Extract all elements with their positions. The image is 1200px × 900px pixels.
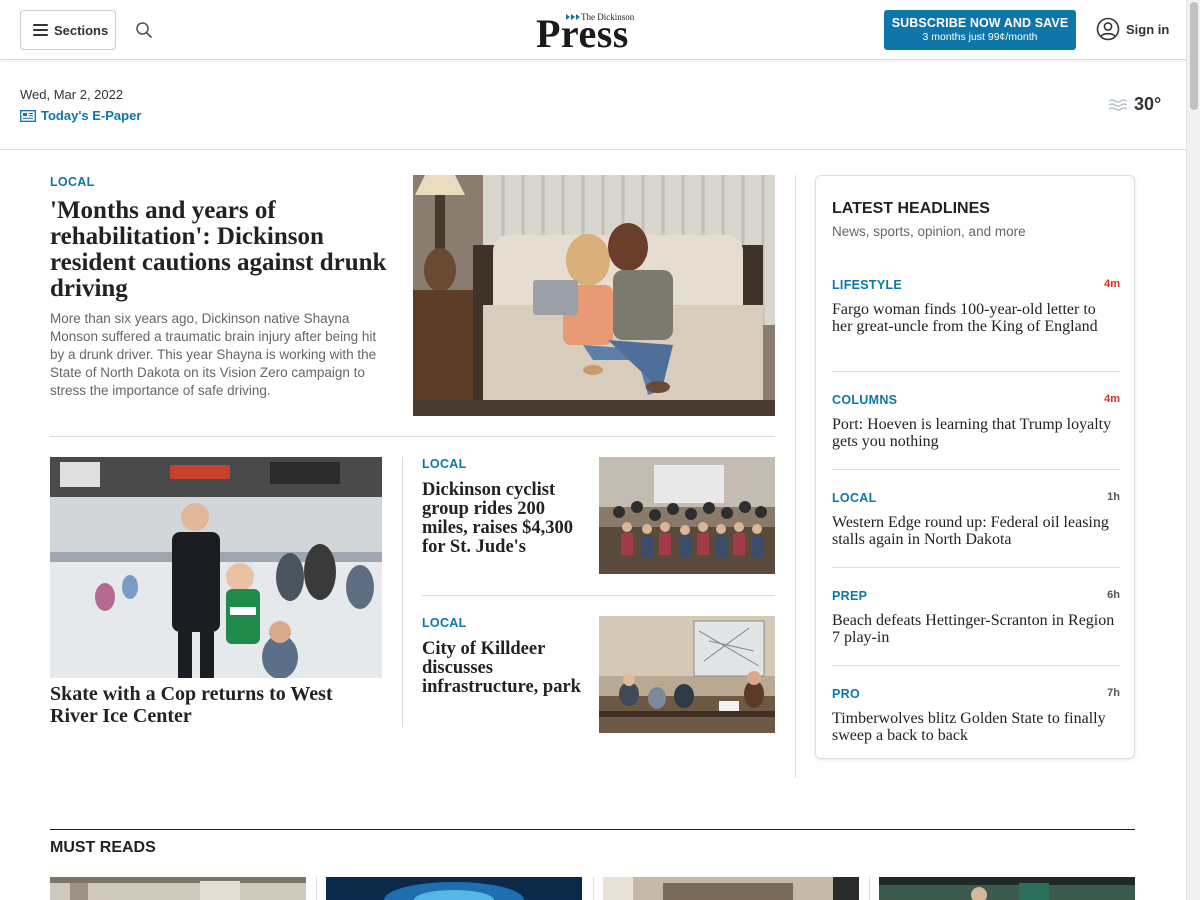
- sections-label: Sections: [54, 22, 109, 38]
- lead-headline[interactable]: 'Months and years of rehabilitation': Di…: [50, 198, 395, 302]
- latest-item-time: 1h: [1107, 491, 1120, 503]
- date-bar: Wed, Mar 2, 2022 Today's E-Paper 30°: [0, 60, 1186, 150]
- latest-item-headline[interactable]: Timberwolves blitz Golden State to final…: [832, 710, 1120, 744]
- cyclist-photo-image: [599, 457, 775, 574]
- hamburger-icon: [33, 24, 48, 36]
- killdeer-photo[interactable]: [599, 616, 775, 733]
- must-reads-rule: [50, 829, 1135, 830]
- column-divider: [402, 457, 403, 727]
- must-read-photo-image: [603, 877, 859, 900]
- killdeer-photo-image: [599, 616, 775, 733]
- user-icon: [1096, 17, 1120, 41]
- must-reads-divider: [316, 877, 317, 900]
- latest-item-kicker[interactable]: LIFESTYLE: [832, 278, 902, 292]
- killdeer-kicker[interactable]: LOCAL: [422, 616, 467, 630]
- latest-item-kicker[interactable]: COLUMNS: [832, 393, 897, 407]
- must-read-photo[interactable]: [603, 877, 859, 900]
- skate-photo[interactable]: [50, 457, 382, 678]
- latest-item-time: 7h: [1107, 687, 1120, 699]
- must-reads-title: MUST READS: [50, 839, 156, 856]
- latest-item-headline[interactable]: Fargo woman finds 100-year-old letter to…: [832, 301, 1120, 335]
- latest-item-time: 4m: [1104, 393, 1120, 405]
- skate-headline[interactable]: Skate with a Cop returns to West River I…: [50, 683, 380, 727]
- weather-widget[interactable]: 30°: [1108, 94, 1161, 115]
- skate-photo-image: [50, 457, 382, 678]
- latest-separator: [832, 371, 1120, 372]
- sidebar-divider: [795, 175, 796, 778]
- epaper-label: Today's E-Paper: [41, 108, 142, 123]
- must-reads-divider: [869, 877, 870, 900]
- latest-subtitle: News, sports, opinion, and more: [832, 224, 1026, 239]
- lead-summary: More than six years ago, Dickinson nativ…: [50, 311, 377, 398]
- must-read-photo[interactable]: [326, 877, 582, 900]
- killdeer-headline[interactable]: City of Killdeer discusses infrastructur…: [422, 640, 582, 697]
- subscribe-button[interactable]: SUBSCRIBE NOW AND SAVE 3 months just 99¢…: [884, 10, 1076, 50]
- latest-separator: [832, 665, 1120, 666]
- temperature: 30°: [1134, 94, 1162, 114]
- subscribe-main-label: SUBSCRIBE NOW AND SAVE: [891, 16, 1069, 30]
- latest-headlines-panel: LATEST HEADLINES News, sports, opinion, …: [815, 175, 1135, 759]
- latest-item-time: 6h: [1107, 589, 1120, 601]
- lead-photo[interactable]: [413, 175, 775, 416]
- must-read-photo-image: [879, 877, 1135, 900]
- latest-item-kicker[interactable]: LOCAL: [832, 491, 877, 505]
- cyclist-kicker[interactable]: LOCAL: [422, 457, 467, 471]
- must-read-photo[interactable]: [50, 877, 306, 900]
- latest-item-kicker[interactable]: PRO: [832, 687, 860, 701]
- must-read-photo-image: [326, 877, 582, 900]
- signin-label: Sign in: [1126, 21, 1170, 37]
- current-date: Wed, Mar 2, 2022: [20, 87, 124, 102]
- latest-item-time: 4m: [1104, 278, 1120, 290]
- must-read-photo[interactable]: [879, 877, 1135, 900]
- epaper-link[interactable]: Today's E-Paper: [20, 108, 141, 123]
- cyclist-photo[interactable]: [599, 457, 775, 574]
- must-read-photo-image: [50, 877, 306, 900]
- latest-item-headline[interactable]: Beach defeats Hettinger-Scranton in Regi…: [832, 612, 1120, 646]
- signin-link[interactable]: Sign in: [1096, 17, 1169, 41]
- latest-item-headline[interactable]: Port: Hoeven is learning that Trump loya…: [832, 416, 1120, 450]
- site-logo[interactable]: The Dickinson Press: [536, 11, 652, 56]
- scrollbar-thumb[interactable]: [1190, 2, 1198, 110]
- latest-separator: [832, 469, 1120, 470]
- lead-kicker[interactable]: LOCAL: [50, 175, 95, 189]
- latest-separator: [832, 567, 1120, 568]
- subscribe-sub-label: 3 months just 99¢/month: [922, 31, 1038, 43]
- lead-photo-image: [413, 175, 775, 416]
- logo-big-text: Press: [536, 11, 629, 56]
- page-scrollbar[interactable]: [1186, 0, 1200, 900]
- section-divider: [50, 436, 775, 437]
- site-header: Sections The Dickinson Press SUBSCRIBE N…: [0, 0, 1186, 60]
- newspaper-icon: [20, 109, 36, 122]
- story-divider: [422, 595, 775, 596]
- search-icon[interactable]: [135, 21, 153, 39]
- sections-button[interactable]: Sections: [20, 10, 116, 50]
- cyclist-headline[interactable]: Dickinson cyclist group rides 200 miles,…: [422, 481, 582, 557]
- must-reads-divider: [593, 877, 594, 900]
- fog-icon: [1108, 98, 1128, 111]
- latest-item-kicker[interactable]: PREP: [832, 589, 867, 603]
- latest-item-headline[interactable]: Western Edge round up: Federal oil leasi…: [832, 514, 1120, 548]
- latest-title: LATEST HEADLINES: [832, 200, 990, 217]
